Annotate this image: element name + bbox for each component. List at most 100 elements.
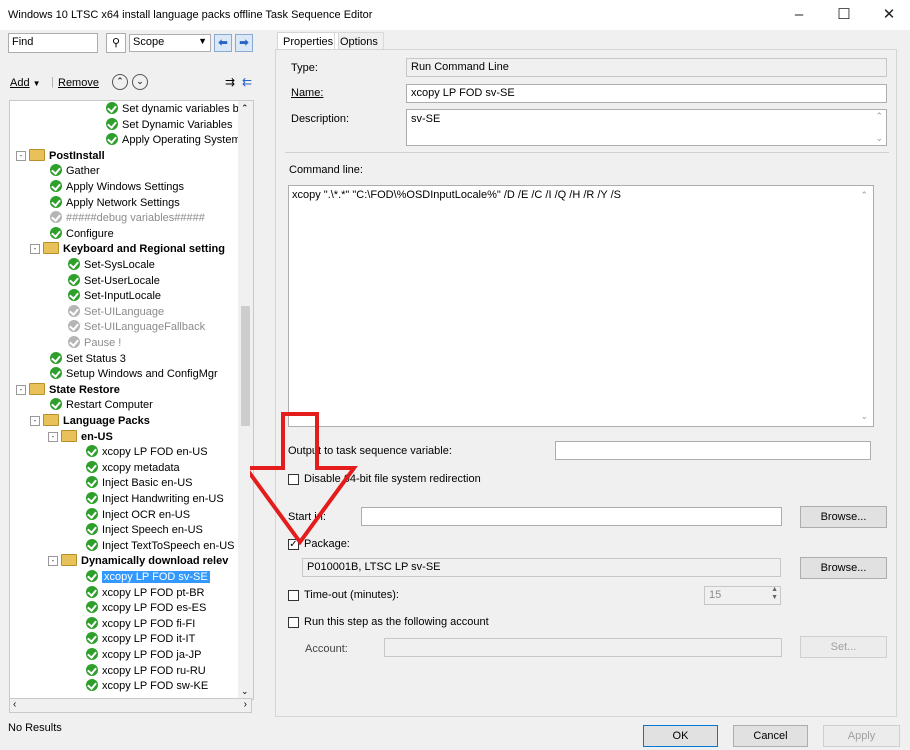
tree-item[interactable]: - Keyboard and Regional setting bbox=[30, 242, 225, 257]
remove-button[interactable]: Remove bbox=[58, 77, 99, 89]
tree-item[interactable]: xcopy LP FOD sv-SE bbox=[86, 570, 210, 585]
scope-value: Scope bbox=[133, 36, 165, 48]
tree-item[interactable]: - Language Packs bbox=[30, 414, 150, 429]
timeout-stepper[interactable]: 15 ▲ ▼ bbox=[704, 586, 781, 605]
collapse-toggle-icon[interactable]: - bbox=[16, 384, 26, 395]
check-icon bbox=[50, 180, 62, 193]
tree-item[interactable]: Inject Speech en-US bbox=[86, 523, 203, 538]
scroll-thumb[interactable] bbox=[241, 306, 250, 426]
tree-item[interactable]: - Dynamically download relev bbox=[48, 554, 228, 569]
minimize-icon[interactable]: – bbox=[784, 4, 814, 26]
tree-hscrollbar[interactable]: ‹ › bbox=[9, 698, 252, 713]
tree-item[interactable]: Apply Windows Settings bbox=[50, 180, 184, 195]
scroll-left-icon[interactable]: ‹ bbox=[13, 699, 16, 710]
tree-item[interactable]: Pause ! bbox=[68, 336, 121, 351]
tree-item[interactable]: xcopy metadata bbox=[86, 460, 180, 476]
search-icon[interactable]: ⚲ bbox=[106, 33, 126, 53]
start-in-input[interactable] bbox=[361, 507, 782, 526]
remove-label: Remove bbox=[58, 77, 99, 89]
collapse-toggle-icon[interactable]: - bbox=[30, 416, 40, 427]
maximize-icon[interactable]: ☐ bbox=[829, 4, 859, 26]
tree-item[interactable]: xcopy LP FOD ja-JP bbox=[86, 648, 201, 663]
stepper-arrows-icon[interactable]: ▲ ▼ bbox=[771, 586, 778, 602]
tree-item[interactable]: xcopy LP FOD es-ES bbox=[86, 601, 206, 616]
tree-item[interactable]: - PostInstall bbox=[16, 148, 105, 164]
tree-item[interactable]: xcopy LP FOD pt-BR bbox=[86, 585, 205, 601]
collapse-toggle-icon[interactable]: - bbox=[48, 556, 58, 567]
next-arrow-icon[interactable]: ➡ bbox=[235, 34, 253, 52]
scroll-up-icon[interactable]: ⌃ bbox=[241, 103, 249, 114]
tree-item[interactable]: Gather bbox=[50, 164, 100, 179]
tree-item[interactable]: Set-UILanguage bbox=[68, 304, 164, 320]
tree-item[interactable]: Inject Handwriting en-US bbox=[86, 492, 224, 507]
collapse-toggle-icon[interactable]: - bbox=[48, 431, 58, 442]
ok-button[interactable]: OK bbox=[643, 725, 718, 747]
folder-icon bbox=[29, 148, 45, 161]
scroll-down-icon[interactable]: ⌄ bbox=[875, 133, 883, 144]
type-label: Type: bbox=[291, 62, 318, 74]
tree-item-label: Gather bbox=[66, 165, 100, 178]
tree-item[interactable]: - en-US bbox=[48, 429, 113, 445]
tree-item[interactable]: Inject TextToSpeech en-US bbox=[86, 538, 234, 554]
check-icon bbox=[86, 476, 98, 489]
collapse-toggle-icon[interactable]: - bbox=[16, 150, 26, 161]
check-icon bbox=[50, 351, 62, 364]
browse-start-in-button[interactable]: Browse... bbox=[800, 506, 887, 528]
tree-item[interactable]: Configure bbox=[50, 226, 114, 242]
move-up-icon[interactable]: ⌃ bbox=[112, 74, 128, 90]
type-value: Run Command Line bbox=[406, 58, 887, 77]
tree-item[interactable]: xcopy LP FOD sw-KE bbox=[86, 679, 208, 694]
tree-item[interactable]: #####debug variables##### bbox=[50, 211, 205, 226]
tree-item[interactable]: Set-UILanguageFallback bbox=[68, 320, 205, 335]
scroll-down-icon[interactable]: ⌄ bbox=[860, 411, 868, 422]
disabled-step-icon bbox=[68, 320, 80, 333]
browse-package-button[interactable]: Browse... bbox=[800, 557, 887, 579]
cancel-button[interactable]: Cancel bbox=[733, 725, 808, 747]
scope-select[interactable]: Scope ▼ bbox=[129, 34, 211, 52]
apply-button[interactable]: Apply bbox=[823, 725, 900, 747]
scroll-up-icon[interactable]: ⌃ bbox=[860, 190, 868, 201]
tree-item[interactable]: Setup Windows and ConfigMgr bbox=[50, 367, 218, 382]
set-account-button[interactable]: Set... bbox=[800, 636, 887, 658]
close-icon[interactable]: ✕ bbox=[874, 4, 904, 26]
name-input[interactable]: xcopy LP FOD sv-SE bbox=[406, 84, 887, 103]
scroll-right-icon[interactable]: › bbox=[244, 699, 247, 710]
tree-item[interactable]: Apply Operating System I bbox=[106, 133, 247, 148]
move-down-icon[interactable]: ⌄ bbox=[132, 74, 148, 90]
command-line-input[interactable]: xcopy ".\*.*" "C:\FOD\%OSDInputLocale%" … bbox=[288, 185, 874, 427]
timeout-checkbox[interactable] bbox=[288, 590, 299, 601]
tree-item[interactable]: Restart Computer bbox=[50, 398, 153, 413]
tree-item[interactable]: Set-UserLocale bbox=[68, 273, 160, 289]
expand-all-icon[interactable]: ⇉ bbox=[225, 75, 235, 89]
tree-item[interactable]: Apply Network Settings bbox=[50, 195, 180, 211]
collapse-all-icon[interactable]: ⇇ bbox=[242, 75, 252, 89]
output-variable-input[interactable] bbox=[555, 441, 871, 460]
task-sequence-tree[interactable]: xcopy LP FOD sw-KE xcopy LP FOD ru-RU xcop… bbox=[9, 100, 254, 700]
tab-options[interactable]: Options bbox=[334, 32, 384, 50]
tree-item[interactable]: - State Restore bbox=[16, 382, 120, 398]
tree-item[interactable]: xcopy LP FOD fi-FI bbox=[86, 616, 195, 632]
tree-item[interactable]: Set dynamic variables ba bbox=[106, 102, 245, 117]
find-input[interactable]: Find bbox=[8, 33, 98, 53]
description-input[interactable]: sv-SE ⌃ ⌄ bbox=[406, 109, 887, 146]
tree-item[interactable]: Set Dynamic Variables bbox=[106, 117, 232, 133]
check-icon bbox=[86, 492, 98, 505]
tree-item-label: en-US bbox=[81, 430, 113, 443]
collapse-toggle-icon[interactable]: - bbox=[30, 244, 40, 255]
tree-item[interactable]: Inject OCR en-US bbox=[86, 507, 190, 523]
tree-item[interactable]: Set-InputLocale bbox=[68, 289, 161, 304]
tree-item[interactable]: Set Status 3 bbox=[50, 351, 126, 367]
tree-item-label: xcopy LP FOD sv-SE bbox=[102, 571, 210, 583]
add-menu[interactable]: Add ▼ bbox=[10, 77, 41, 89]
tree-item[interactable]: xcopy LP FOD ru-RU bbox=[86, 663, 206, 679]
scroll-down-icon[interactable]: ⌄ bbox=[241, 686, 249, 697]
tree-item[interactable]: xcopy LP FOD en-US bbox=[86, 445, 208, 460]
tree-item[interactable]: xcopy LP FOD it-IT bbox=[86, 632, 195, 647]
tree-scrollbar[interactable]: ⌃ ⌄ bbox=[238, 101, 253, 699]
previous-arrow-icon[interactable]: ⬅ bbox=[214, 34, 232, 52]
tree-item[interactable]: Inject Basic en-US bbox=[86, 476, 192, 491]
check-icon bbox=[86, 507, 98, 520]
run-as-checkbox[interactable] bbox=[288, 617, 299, 628]
scroll-up-icon[interactable]: ⌃ bbox=[875, 111, 883, 122]
tree-item[interactable]: Set-SysLocale bbox=[68, 258, 155, 273]
